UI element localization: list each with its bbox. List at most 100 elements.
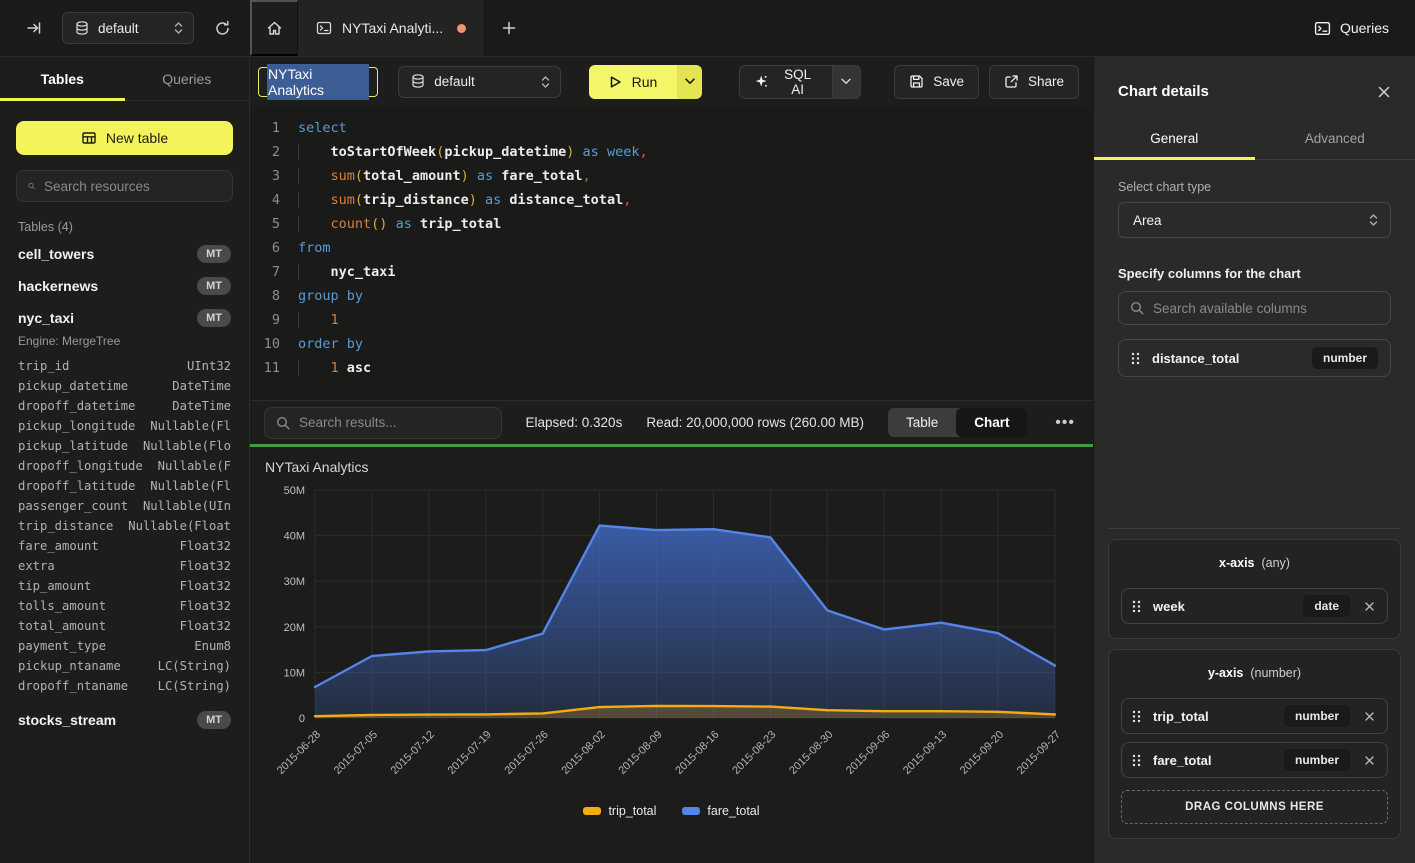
remove-column-button[interactable] <box>1362 755 1377 766</box>
column-row: dropoff_datetimeDateTime <box>16 396 233 416</box>
search-icon <box>276 416 290 430</box>
column-name: payment_type <box>18 636 106 656</box>
svg-text:2015-07-19: 2015-07-19 <box>446 729 494 777</box>
sql-ai-button[interactable]: SQL AI <box>739 65 832 99</box>
results-more-button[interactable]: ••• <box>1051 412 1079 434</box>
toggle-chart[interactable]: Chart <box>956 408 1027 437</box>
chart-type-label: Select chart type <box>1118 180 1391 194</box>
queries-button[interactable]: Queries <box>1314 20 1389 37</box>
area-chart[interactable]: 010M20M30M40M50M2015-06-282015-07-052015… <box>250 447 1093 863</box>
results-search[interactable] <box>264 407 502 439</box>
column-chip-fare_total[interactable]: fare_totalnumber <box>1121 742 1388 778</box>
save-button[interactable]: Save <box>894 65 979 99</box>
x-axis-header: x-axis (any) <box>1121 552 1388 580</box>
column-name: passenger_count <box>18 496 128 516</box>
new-table-button[interactable]: New table <box>16 121 233 155</box>
table-item-nyc_taxi[interactable]: nyc_taxi MT <box>16 302 233 334</box>
remove-column-button[interactable] <box>1362 601 1377 612</box>
tab-nytaxi-analytics[interactable]: NYTaxi Analyti... <box>298 0 485 56</box>
column-type: Nullable(Fl <box>150 416 231 436</box>
column-chip-distance_total[interactable]: distance_totalnumber <box>1118 339 1391 377</box>
columns-search-input[interactable] <box>1153 301 1379 316</box>
columns-search[interactable] <box>1118 291 1391 325</box>
code-line: 10order by <box>250 332 1093 356</box>
svg-text:2015-09-27: 2015-09-27 <box>1015 729 1063 777</box>
database-selector[interactable]: default <box>62 12 194 44</box>
column-name: tolls_amount <box>18 596 106 616</box>
new-tab-button[interactable] <box>485 0 533 56</box>
column-row: pickup_datetimeDateTime <box>16 376 233 396</box>
drag-handle-icon <box>1132 754 1141 767</box>
column-chip-trip_total[interactable]: trip_totalnumber <box>1121 698 1388 734</box>
code-line: 8group by <box>250 284 1093 308</box>
top-bar-right: Queries <box>1314 0 1415 56</box>
panel-close-button[interactable] <box>1377 85 1391 99</box>
remove-column-button[interactable] <box>1362 711 1377 722</box>
refresh-button[interactable] <box>208 14 236 42</box>
legend-item-fare_total[interactable]: fare_total <box>682 804 759 818</box>
panel-tab-advanced[interactable]: Advanced <box>1255 120 1415 159</box>
drag-handle-icon <box>1131 352 1140 365</box>
svg-text:0: 0 <box>299 713 305 725</box>
code-line: 7 nyc_taxi <box>250 260 1093 284</box>
run-options-button[interactable] <box>677 65 701 99</box>
save-icon <box>909 74 924 89</box>
sql-editor[interactable]: 1select2 toStartOfWeek(pickup_datetime) … <box>250 106 1093 400</box>
column-name: pickup_latitude <box>18 436 128 456</box>
drag-handle-icon <box>1132 600 1141 613</box>
query-database-value: default <box>434 74 532 89</box>
line-number: 7 <box>250 260 298 284</box>
column-name: trip_id <box>18 356 69 376</box>
results-search-input[interactable] <box>299 415 490 430</box>
query-title-input[interactable]: NYTaxi Analytics <box>258 67 378 97</box>
sql-ai-options-button[interactable] <box>832 65 861 99</box>
chart-panel: NYTaxi Analytics 010M20M30M40M50M2015-06… <box>250 447 1093 863</box>
legend-item-trip_total[interactable]: trip_total <box>583 804 656 818</box>
sidebar-tabs: Tables Queries <box>0 57 249 101</box>
chart-type-select[interactable]: Area <box>1118 202 1391 238</box>
column-name: dropoff_ntaname <box>18 676 128 696</box>
column-row: pickup_longitudeNullable(Fl <box>16 416 233 436</box>
column-type: Nullable(Flo <box>143 436 231 456</box>
column-type: UInt32 <box>187 356 231 376</box>
save-button-label: Save <box>933 74 964 89</box>
type-badge: number <box>1284 705 1350 727</box>
y-axis-group: y-axis (number) trip_totalnumber fare_to… <box>1108 649 1401 839</box>
query-database-selector[interactable]: default <box>398 66 561 98</box>
chip-name: fare_total <box>1153 753 1272 768</box>
table-name: cell_towers <box>18 246 94 262</box>
line-number: 1 <box>250 116 298 140</box>
sidebar-tab-tables[interactable]: Tables <box>0 57 125 100</box>
column-name: pickup_datetime <box>18 376 128 396</box>
top-bar: default NYTaxi Analyti... Queri <box>0 0 1415 57</box>
panel-tab-general[interactable]: General <box>1094 120 1255 159</box>
share-button[interactable]: Share <box>989 65 1079 99</box>
column-chip-week[interactable]: weekdate <box>1121 588 1388 624</box>
sidebar-search[interactable] <box>16 170 233 202</box>
drop-zone[interactable]: DRAG COLUMNS HERE <box>1121 790 1388 824</box>
column-row: trip_id UInt32 <box>16 356 233 376</box>
column-row: pickup_ntanameLC(String) <box>16 656 233 676</box>
sidebar-search-input[interactable] <box>44 179 221 194</box>
search-icon <box>28 179 35 193</box>
remove-icon <box>1364 711 1375 722</box>
table-item-hackernews[interactable]: hackernews MT <box>16 270 233 302</box>
run-button[interactable]: Run <box>589 65 678 99</box>
home-button[interactable] <box>250 0 298 56</box>
collapse-sidebar-button[interactable] <box>20 14 48 42</box>
main-pane: NYTaxi Analytics default Run <box>250 57 1093 863</box>
table-item-cell_towers[interactable]: cell_towers MT <box>16 238 233 270</box>
queries-button-label: Queries <box>1340 20 1389 36</box>
sidebar-tab-queries[interactable]: Queries <box>125 57 250 100</box>
column-name: trip_distance <box>18 516 113 536</box>
toggle-table[interactable]: Table <box>888 408 956 437</box>
column-row: passenger_countNullable(UIn <box>16 496 233 516</box>
table-item-stocks_stream[interactable]: stocks_stream MT <box>16 704 233 736</box>
column-type: Float32 <box>180 576 231 596</box>
column-row: dropoff_ntanameLC(String) <box>16 676 233 696</box>
table-name: stocks_stream <box>18 712 116 728</box>
column-type: LC(String) <box>158 656 231 676</box>
home-icon <box>266 20 283 37</box>
svg-text:30M: 30M <box>284 576 305 588</box>
panel-title: Chart details <box>1118 83 1209 100</box>
